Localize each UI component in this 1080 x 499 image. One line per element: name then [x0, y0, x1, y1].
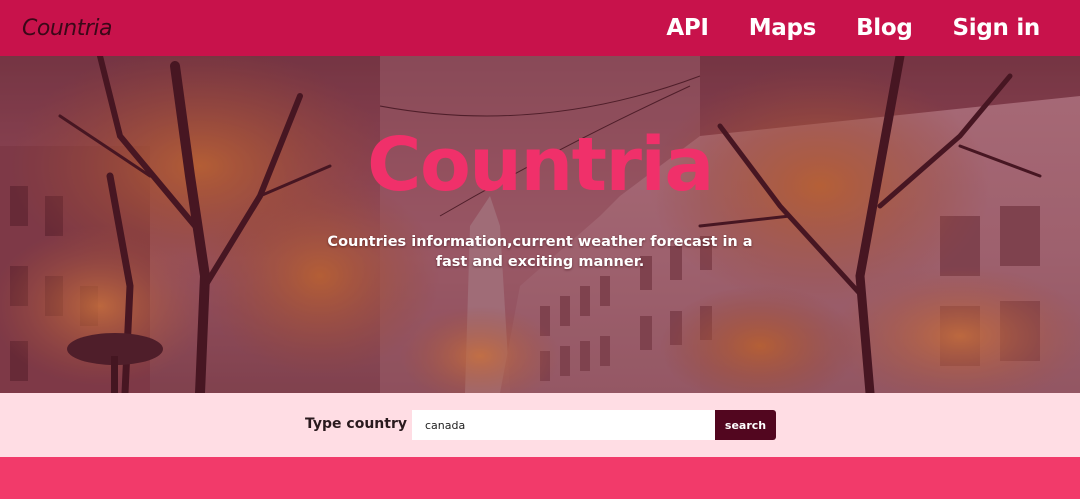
hero-subtitle: Countries information,current weather fo… — [327, 234, 753, 270]
brand-logo[interactable]: Countria — [22, 16, 112, 41]
hero-title: Countria — [367, 122, 714, 208]
hero-background-image — [0, 56, 1080, 393]
search-button[interactable]: search — [715, 410, 776, 440]
nav-links: API Maps Blog Sign in — [626, 15, 1040, 41]
nav-link-blog[interactable]: Blog — [856, 15, 913, 41]
nav-link-sign-in[interactable]: Sign in — [953, 15, 1041, 41]
navbar: Countria API Maps Blog Sign in — [0, 0, 1080, 56]
footer-band — [0, 457, 1080, 499]
nav-link-maps[interactable]: Maps — [749, 15, 817, 41]
country-search-input[interactable] — [412, 410, 715, 440]
nav-link-api[interactable]: API — [666, 15, 709, 41]
search-bar: Type country ... search — [0, 393, 1080, 457]
hero-banner: Countria Countries information,current w… — [0, 56, 1080, 393]
search-label: Type country ... — [305, 416, 428, 432]
